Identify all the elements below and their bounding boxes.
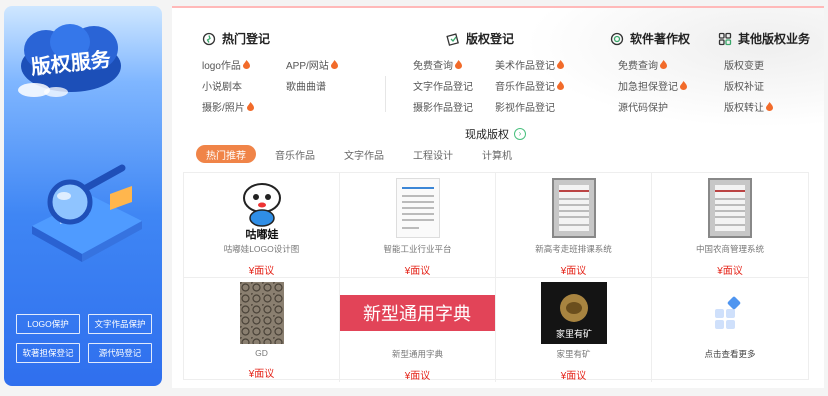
category-hot-title[interactable]: 热门登记: [202, 30, 346, 47]
link-software-free-search[interactable]: 免费查询: [618, 57, 708, 72]
mine-image: 家里有矿: [540, 282, 607, 344]
certificate-photo: [551, 178, 596, 238]
fire-icon: [680, 81, 687, 90]
product-price: ¥面议: [717, 266, 743, 277]
product-card[interactable]: 智能工业行业平台 ¥面议: [340, 173, 496, 278]
link-photography[interactable]: 摄影/照片: [202, 99, 286, 114]
view-more-link[interactable]: 点击查看更多: [704, 348, 755, 360]
product-title: 咕嘟娃LOGO设计图: [223, 244, 300, 254]
text-work-protect-button[interactable]: 文字作品保护: [88, 314, 152, 334]
link-copyright-transfer[interactable]: 版权转让: [724, 99, 804, 114]
section-title[interactable]: 现成版权 ›: [465, 126, 526, 142]
arrow-right-icon: ›: [514, 128, 526, 140]
mine-image-text: 家里有矿: [555, 328, 591, 340]
logo-protect-button[interactable]: LOGO保护: [16, 314, 80, 334]
tab-computer[interactable]: 计算机: [472, 145, 522, 163]
product-price: ¥面议: [560, 371, 587, 382]
main-panel: 热门登记 logo作品 APP/网站 小说剧本 歌曲曲谱 摄影/照片 版权登记 …: [172, 6, 824, 388]
fire-icon: [660, 60, 667, 69]
more-grid-icon: [715, 296, 741, 329]
product-card[interactable]: 新型通用字典 新型通用字典 ¥面议: [340, 278, 496, 382]
fire-icon: [330, 60, 338, 69]
dictionary-banner-text: 新型通用字典: [363, 304, 471, 325]
link-novel-script[interactable]: 小说剧本: [202, 78, 286, 93]
grid-icon: [718, 32, 732, 46]
product-card[interactable]: 咕嘟娃 咕嘟娃LOGO设计图 ¥面议: [184, 173, 340, 278]
certificate-image: [395, 178, 440, 238]
pattern-image: [239, 282, 284, 344]
product-title: 新型通用字典: [391, 349, 443, 359]
product-card[interactable]: 中国农商管理系统 ¥面议: [652, 173, 808, 278]
fire-icon: [455, 60, 462, 69]
category-other-title[interactable]: 其他版权业务: [718, 30, 810, 47]
page: 版权服务 LOGO保护 文字作品保护 软著担保登记 源代码登记 热门登记 log…: [0, 0, 828, 396]
product-title: 智能工业行业平台: [383, 244, 452, 254]
side-banner[interactable]: 版权服务 LOGO保护 文字作品保护 软著担保登记 源代码登记: [4, 6, 162, 386]
category-other: 其他版权业务 版权变更 版权补证 版权转让: [718, 30, 810, 114]
link-copyright-change[interactable]: 版权变更: [724, 57, 804, 72]
fire-icon: [246, 102, 254, 111]
mascot-image: 咕嘟娃: [232, 176, 292, 240]
fire-icon: [242, 60, 250, 69]
fire-icon: [766, 102, 773, 111]
banner-buttons: LOGO保护 文字作品保护 软著担保登记 源代码登记: [16, 314, 156, 363]
link-song-score[interactable]: 歌曲曲谱: [286, 78, 346, 93]
tab-engineering-design[interactable]: 工程设计: [403, 145, 463, 163]
product-card[interactable]: 家里有矿 家里有矿 ¥面议: [496, 278, 652, 382]
product-price: ¥面议: [404, 371, 431, 382]
link-free-search[interactable]: 免费查询: [413, 57, 495, 72]
fire-icon: [557, 81, 564, 90]
software-guarantee-button[interactable]: 软著担保登记: [16, 343, 80, 363]
dictionary-banner-image: 新型通用字典: [340, 295, 495, 331]
category-copyright: 版权登记 免费查询 美术作品登记 文字作品登记 音乐作品登记 摄影作品登记 影视…: [413, 30, 575, 114]
category-copyright-title[interactable]: 版权登记: [413, 30, 575, 47]
link-music-work-register[interactable]: 音乐作品登记: [495, 78, 575, 93]
copyright-register-icon: [446, 32, 460, 46]
magnifier-illustration: [32, 164, 142, 262]
tab-text-works[interactable]: 文字作品: [334, 145, 394, 163]
product-card[interactable]: 新高考走班排课系统 ¥面议: [496, 173, 652, 278]
product-price: ¥面议: [248, 369, 275, 380]
tab-music-works[interactable]: 音乐作品: [265, 145, 325, 163]
source-code-register-button[interactable]: 源代码登记: [88, 343, 152, 363]
link-art-work-register[interactable]: 美术作品登记: [495, 57, 575, 72]
product-price: ¥面议: [248, 266, 275, 277]
link-copyright-reissue[interactable]: 版权补证: [724, 78, 804, 93]
link-text-work-register[interactable]: 文字作品登记: [413, 78, 495, 93]
link-urgent-guarantee[interactable]: 加急担保登记: [618, 78, 708, 93]
brand-logo: 版权服务: [18, 24, 121, 97]
product-card[interactable]: GD ¥面议: [184, 278, 340, 382]
link-logo-work[interactable]: logo作品: [202, 57, 286, 72]
fire-icon: [557, 60, 564, 69]
product-title: 中国农商管理系统: [695, 244, 764, 254]
tab-bar: 热门推荐 音乐作品 文字作品 工程设计 计算机: [196, 145, 531, 163]
mascot-text: 咕嘟娃: [245, 227, 278, 240]
product-price: ¥面议: [404, 266, 431, 277]
view-more-card[interactable]: 点击查看更多: [652, 278, 808, 382]
category-hot: 热门登记 logo作品 APP/网站 小说剧本 歌曲曲谱 摄影/照片: [202, 30, 346, 114]
tab-hot-recommend[interactable]: 热门推荐: [196, 145, 256, 163]
category-software: 软件著作权 免费查询 加急担保登记 源代码保护: [610, 30, 708, 114]
certificate-photo: [708, 178, 752, 238]
product-price: ¥面议: [560, 266, 587, 277]
link-photo-work-register[interactable]: 摄影作品登记: [413, 99, 495, 114]
product-title: 新高考走班排课系统: [535, 244, 612, 254]
link-app-website[interactable]: APP/网站: [286, 57, 346, 72]
link-film-work-register[interactable]: 影视作品登记: [495, 99, 575, 114]
link-source-code-protect[interactable]: 源代码保护: [618, 99, 708, 114]
product-title: 家里有矿: [556, 349, 591, 359]
product-title: GD: [255, 348, 268, 358]
software-copyright-icon: [610, 32, 624, 46]
category-software-title[interactable]: 软件著作权: [610, 30, 708, 47]
hot-register-icon: [202, 32, 216, 46]
product-grid: 咕嘟娃 咕嘟娃LOGO设计图 ¥面议 智能工业行业平台 ¥面议 新高考走班排课系…: [183, 172, 809, 382]
